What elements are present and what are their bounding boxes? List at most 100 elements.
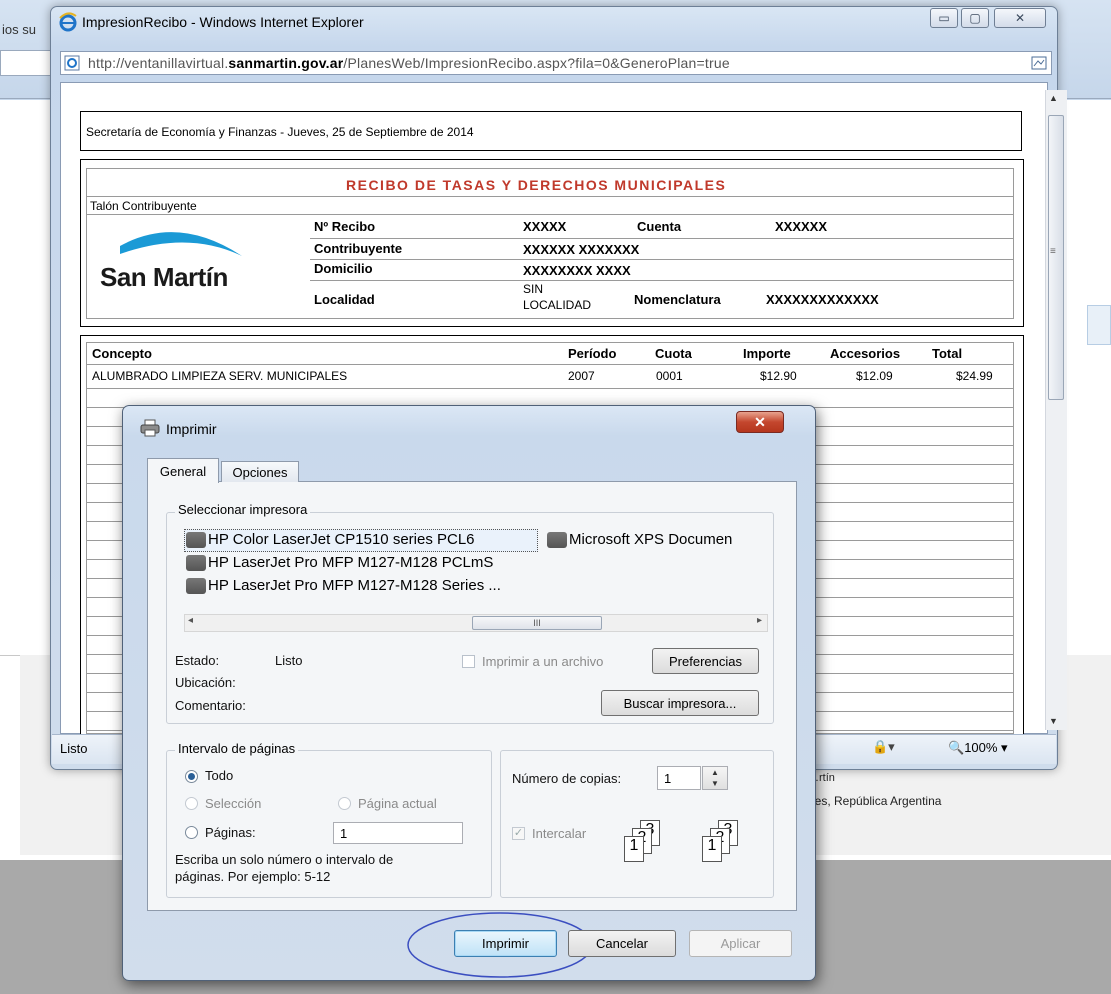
printer-default-icon [186, 532, 206, 549]
san-martin-logo-icon [120, 232, 242, 256]
scrollbar-thumb[interactable] [1048, 115, 1064, 400]
page-range-legend: Intervalo de páginas [175, 741, 299, 756]
radio-pagina-actual-label: Página actual [358, 796, 437, 811]
row-cuota: 0001 [656, 369, 683, 383]
column-header-cuota: Cuota [655, 346, 692, 361]
receipt-title: RECIBO DE TASAS Y DERECHOS MUNICIPALES [346, 177, 727, 193]
comentario-label: Comentario: [175, 698, 246, 713]
localidad-label: Localidad [314, 292, 375, 307]
minimize-icon: ▭ [938, 11, 950, 25]
printer-item[interactable]: HP LaserJet Pro MFP M127-M128 PCLmS [186, 554, 493, 572]
nomenclatura-label: Nomenclatura [634, 292, 721, 307]
scroll-right-icon[interactable]: ▸ [757, 615, 762, 626]
localidad-value-line2: LOCALIDAD [523, 298, 592, 312]
divider [310, 280, 1014, 281]
copies-stepper[interactable]: ▲ ▼ [702, 766, 728, 790]
printer-icon [186, 555, 206, 572]
printer-item[interactable]: HP Color LaserJet CP1510 series PCL6 [186, 531, 475, 549]
receipt-header-text: Secretaría de Economía y Finanzas - Juev… [86, 125, 474, 139]
copies-label: Número de copias: [512, 771, 622, 786]
maximize-icon: ▢ [969, 11, 981, 25]
estado-value: Listo [275, 653, 303, 668]
cancel-button[interactable]: Cancelar [568, 930, 676, 957]
apply-button[interactable]: Aplicar [689, 930, 792, 957]
stepper-up-icon[interactable]: ▲ [703, 767, 727, 778]
divider [86, 214, 1014, 215]
column-header-concepto: Concepto [92, 346, 152, 361]
talon-label: Talón Contribuyente [90, 199, 197, 213]
divider [86, 196, 1014, 197]
minimize-button[interactable]: ▭ [930, 8, 958, 28]
divider [86, 364, 1014, 365]
row-total: $24.99 [956, 369, 993, 383]
collate-checkbox[interactable]: ✓ [512, 827, 525, 840]
print-to-file-label: Imprimir a un archivo [482, 654, 604, 669]
ubicacion-label: Ubicación: [175, 675, 236, 690]
find-printer-button[interactable]: Buscar impresora... [601, 690, 759, 716]
scrollbar-thumb[interactable]: III [472, 616, 602, 630]
radio-pagina-actual[interactable] [338, 797, 351, 810]
recibo-value: XXXXX [523, 219, 567, 234]
column-header-importe: Importe [743, 346, 791, 361]
printer-item[interactable]: Microsoft XPS Documen [547, 531, 771, 549]
column-header-accesorios: Accesorios [830, 346, 901, 361]
dialog-close-button[interactable]: ✕ [736, 411, 784, 433]
scroll-left-icon[interactable]: ◂ [188, 615, 193, 626]
column-header-total: Total [932, 346, 963, 361]
printer-icon [140, 419, 160, 437]
dialog-title: Imprimir [166, 421, 217, 437]
scroll-up-icon[interactable]: ▲ [1049, 93, 1058, 103]
print-to-file-checkbox[interactable] [462, 655, 475, 668]
preferences-button[interactable]: Preferencias [652, 648, 759, 674]
printer-icon [186, 578, 206, 595]
radio-paginas[interactable] [185, 826, 198, 839]
table-row-line [86, 388, 1014, 389]
background-footer-line: ires, República Argentina [808, 794, 942, 808]
radio-todo-label: Todo [205, 768, 234, 783]
range-hint-line1: Escriba un solo número o intervalo de [175, 852, 394, 867]
radio-todo[interactable] [185, 770, 198, 783]
compatibility-view-icon[interactable] [1030, 55, 1048, 71]
divider [310, 259, 1014, 260]
printer-item[interactable]: HP LaserJet Pro MFP M127-M128 Series ... [186, 577, 501, 595]
collate-page: 1 [624, 836, 644, 862]
scrollbar-grip-icon: ≡ [1050, 246, 1056, 257]
close-icon: ✕ [1014, 11, 1026, 25]
maximize-button[interactable]: ▢ [961, 8, 989, 28]
divider [310, 238, 1014, 239]
estado-label: Estado: [175, 653, 220, 668]
radio-seleccion-label: Selección [205, 796, 262, 811]
window-title: ImpresionRecibo - Windows Internet Explo… [82, 14, 364, 30]
tab-opciones[interactable]: Opciones [221, 461, 299, 482]
row-concepto: ALUMBRADO LIMPIEZA SERV. MUNICIPALES [92, 369, 348, 383]
tab-general[interactable]: General [147, 458, 219, 483]
nomenclatura-value: XXXXXXXXXXXXX [766, 292, 879, 307]
recibo-label: Nº Recibo [314, 219, 376, 234]
row-periodo: 2007 [568, 369, 595, 383]
select-printer-legend: Seleccionar impresora [175, 502, 311, 517]
localidad-value-line1: SIN [523, 282, 544, 296]
close-icon: ✕ [754, 413, 766, 430]
scroll-down-icon[interactable]: ▼ [1049, 716, 1058, 726]
protected-mode-icon[interactable]: 🔒▾ [872, 739, 895, 755]
cuenta-value: XXXXXX [775, 219, 828, 234]
logo-text: San Martín [100, 262, 228, 292]
contribuyente-value: XXXXXX XXXXXXX [523, 242, 640, 257]
background-side-panel [1087, 305, 1111, 345]
zoom-icon: 🔍 [948, 740, 965, 755]
background-tab-text: ios su [2, 22, 36, 37]
pages-input[interactable]: 1 [333, 822, 463, 844]
close-window-button[interactable]: ✕ [994, 8, 1046, 28]
zoom-control[interactable]: 🔍100% ▾ [948, 740, 1008, 756]
radio-seleccion[interactable] [185, 797, 198, 810]
domicilio-label: Domicilio [314, 261, 373, 276]
print-button[interactable]: Imprimir [454, 930, 557, 957]
row-accesorios: $12.09 [856, 369, 893, 383]
collate-label: Intercalar [532, 826, 587, 841]
contribuyente-label: Contribuyente [314, 241, 403, 256]
copies-input[interactable]: 1 [657, 766, 701, 790]
address-url[interactable]: http://ventanillavirtual.sanmartin.gov.a… [88, 55, 730, 71]
stepper-down-icon[interactable]: ▼ [703, 778, 727, 789]
radio-paginas-label: Páginas: [205, 825, 256, 840]
collate-illustration: 3 2 1 3 2 1 [622, 820, 752, 882]
